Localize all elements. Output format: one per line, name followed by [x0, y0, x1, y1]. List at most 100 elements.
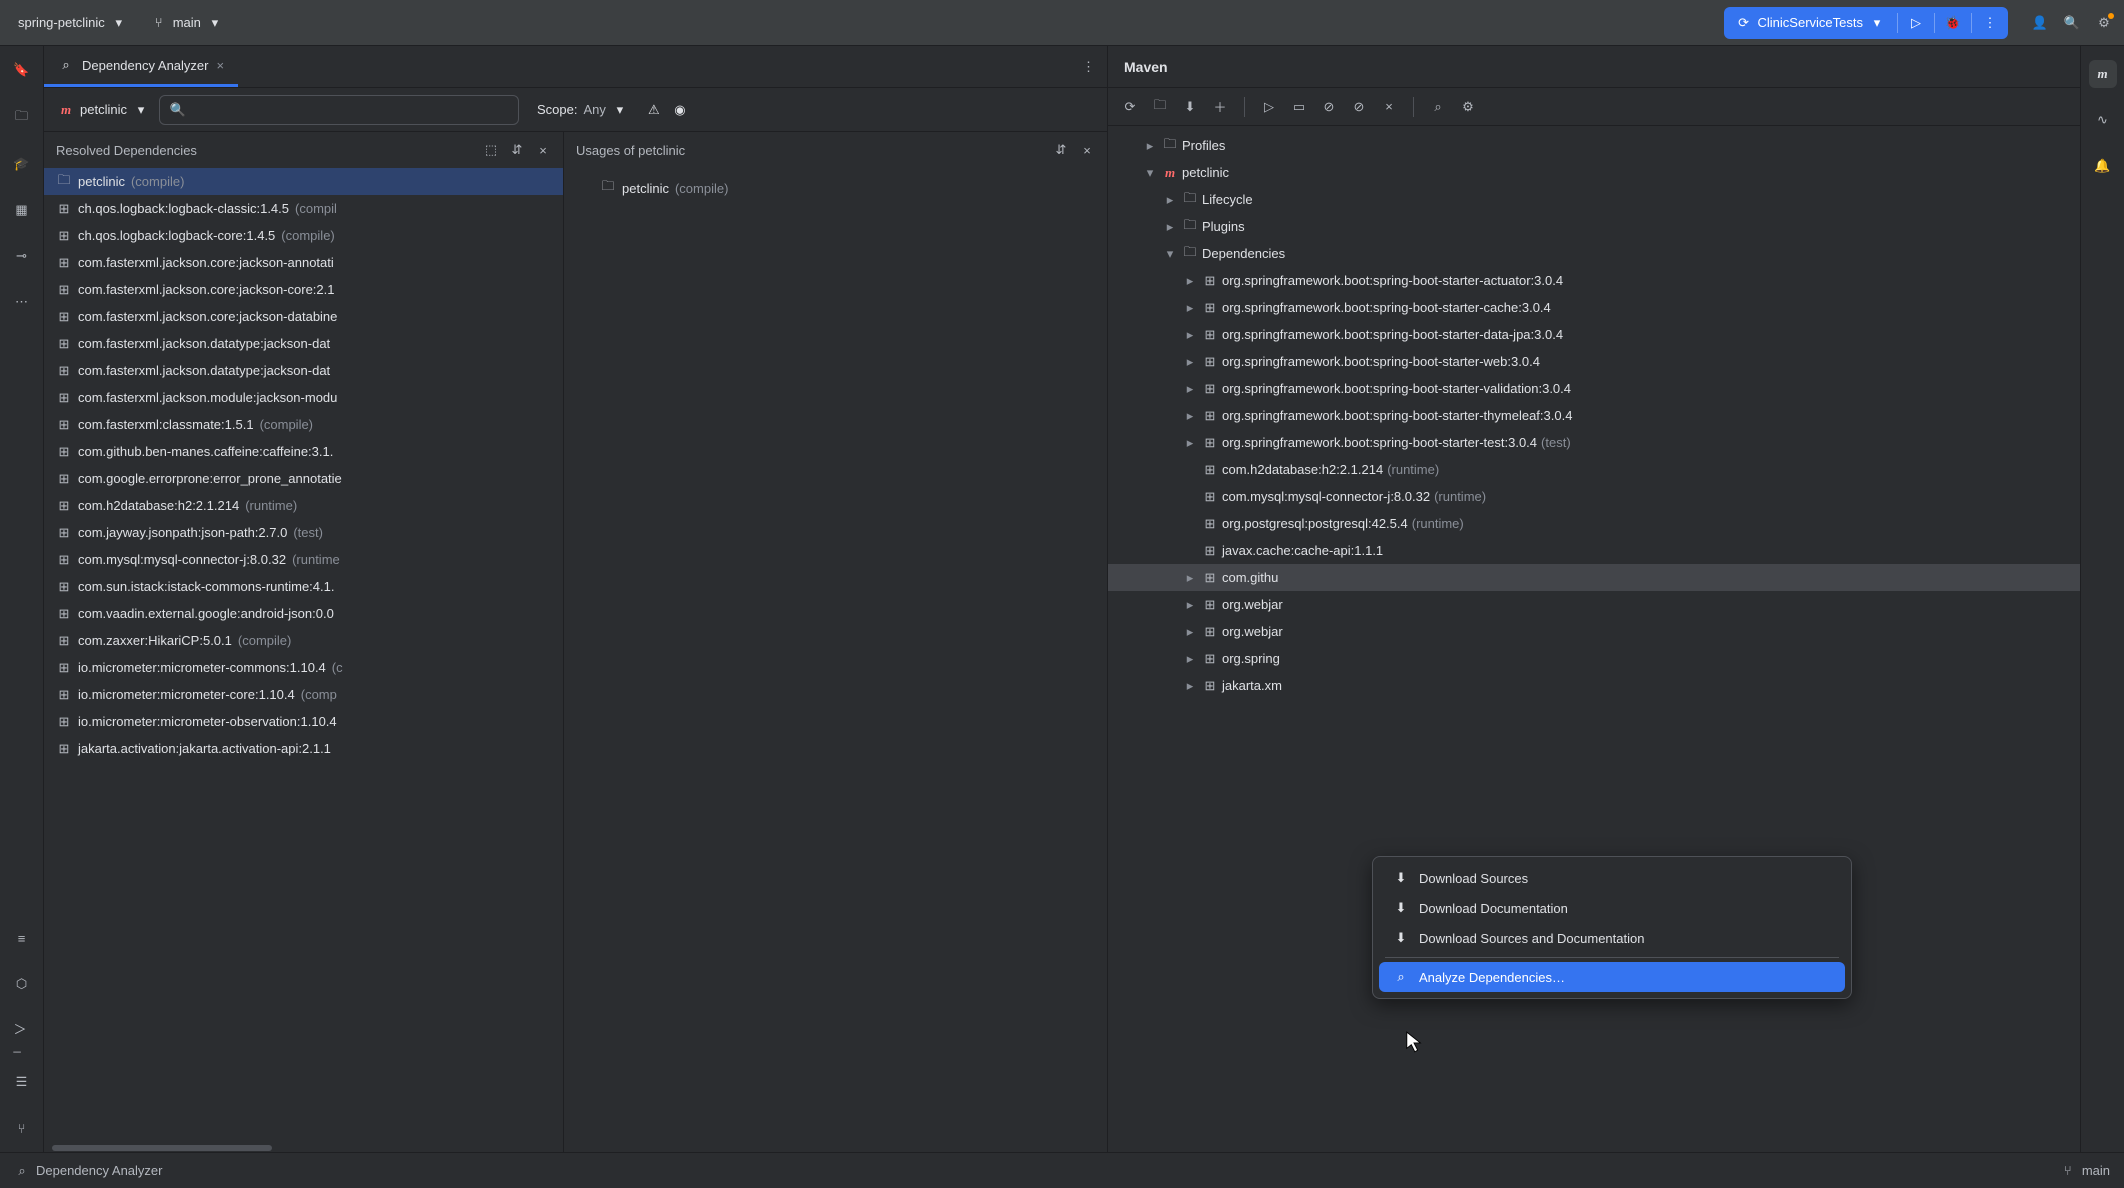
- tree-dependency-item[interactable]: ⊞org.springframework.boot:spring-boot-st…: [1108, 429, 2080, 456]
- dependency-item[interactable]: ⊞com.jayway.jsonpath:json-path:2.7.0 (te…: [44, 519, 563, 546]
- code-with-me-button[interactable]: 👤: [2032, 15, 2048, 31]
- dependency-item[interactable]: ⊞com.h2database:h2:2.1.214 (runtime): [44, 492, 563, 519]
- menu-analyze-dependencies[interactable]: ⌕ Analyze Dependencies…: [1379, 962, 1845, 992]
- chevron-right-icon[interactable]: [1182, 435, 1198, 451]
- dependency-item[interactable]: ⊞io.micrometer:micrometer-core:1.10.4 (c…: [44, 681, 563, 708]
- tree-dependency-item[interactable]: ⊞org.postgresql:postgresql:42.5.4 (runti…: [1108, 510, 2080, 537]
- learn-tool[interactable]: 🎓: [8, 150, 36, 178]
- tree-dependency-item[interactable]: ⊞org.springframework.boot:spring-boot-st…: [1108, 375, 2080, 402]
- tree-dependency-item[interactable]: ⊞org.webjar: [1108, 618, 2080, 645]
- terminal-tool[interactable]: ＞_: [8, 1016, 36, 1050]
- chevron-right-icon[interactable]: [1182, 327, 1198, 343]
- chevron-right-icon[interactable]: [1142, 138, 1158, 154]
- bookmarks-tool[interactable]: 🔖: [8, 56, 36, 84]
- tree-dependency-item[interactable]: ⊞org.springframework.boot:spring-boot-st…: [1108, 294, 2080, 321]
- dependency-item[interactable]: ⊞com.google.errorprone:error_prone_annot…: [44, 465, 563, 492]
- todo-tool[interactable]: ☰: [8, 1068, 36, 1096]
- execute-goal-button[interactable]: ▭: [1291, 99, 1307, 115]
- commit-tool[interactable]: ⊸: [8, 242, 36, 270]
- scope-filter[interactable]: Scope: Any ▾: [537, 102, 628, 118]
- toggle-offline-button[interactable]: ⊘: [1321, 99, 1337, 115]
- run-config-selector[interactable]: ⟳ ClinicServiceTests ▾: [1724, 15, 1897, 31]
- menu-download-docs[interactable]: ⬇ Download Documentation: [1379, 893, 1845, 923]
- dependency-item[interactable]: ⊞io.micrometer:micrometer-observation:1.…: [44, 708, 563, 735]
- tree-dependency-item[interactable]: ⊞com.githu: [1108, 564, 2080, 591]
- more-run-button[interactable]: ⋮: [1972, 7, 2008, 39]
- tree-lifecycle[interactable]: 🗀 Lifecycle: [1108, 186, 2080, 213]
- settings-button[interactable]: ⚙: [2096, 15, 2112, 31]
- tree-project[interactable]: m petclinic: [1108, 159, 2080, 186]
- chevron-right-icon[interactable]: [1182, 381, 1198, 397]
- dependency-item[interactable]: ⊞io.micrometer:micrometer-commons:1.10.4…: [44, 654, 563, 681]
- project-filter[interactable]: m petclinic ▾: [58, 102, 149, 118]
- project-tool[interactable]: 🗀: [8, 102, 36, 132]
- usage-item[interactable]: 🗀 petclinic (compile): [576, 176, 1095, 200]
- show-button[interactable]: ◉: [672, 102, 688, 118]
- skip-tests-button[interactable]: ⊘: [1351, 99, 1367, 115]
- dependency-item[interactable]: ⊞com.fasterxml.jackson.core:jackson-data…: [44, 303, 563, 330]
- dependency-item[interactable]: ⊞com.fasterxml.jackson.core:jackson-anno…: [44, 249, 563, 276]
- show-warnings-button[interactable]: ⚠: [646, 102, 662, 118]
- tree-dependency-item[interactable]: ⊞org.springframework.boot:spring-boot-st…: [1108, 267, 2080, 294]
- chevron-right-icon[interactable]: [1182, 354, 1198, 370]
- debug-button[interactable]: 🐞: [1935, 7, 1971, 39]
- dependency-item[interactable]: ⊞ch.qos.logback:logback-core:1.4.5 (comp…: [44, 222, 563, 249]
- tree-dependency-item[interactable]: ⊞org.spring: [1108, 645, 2080, 672]
- analyze-deps-button[interactable]: ⌕: [1430, 99, 1446, 115]
- dependency-item[interactable]: 🗀petclinic (compile): [44, 168, 563, 195]
- tree-dependency-item[interactable]: ⊞org.springframework.boot:spring-boot-st…: [1108, 402, 2080, 429]
- dependency-item[interactable]: ⊞com.fasterxml.jackson.core:jackson-core…: [44, 276, 563, 303]
- generate-sources-button[interactable]: 🗀: [1152, 99, 1168, 115]
- dependency-item[interactable]: ⊞ch.qos.logback:logback-classic:1.4.5 (c…: [44, 195, 563, 222]
- more-tools[interactable]: ⋯: [8, 288, 36, 316]
- database-tool[interactable]: ≡: [8, 924, 36, 952]
- tab-close-button[interactable]: ×: [216, 58, 224, 73]
- scrollbar-thumb[interactable]: [52, 1145, 272, 1151]
- tree-profiles[interactable]: 🗀 Profiles: [1108, 132, 2080, 159]
- search-everywhere-button[interactable]: 🔍: [2064, 15, 2080, 31]
- dependency-item[interactable]: ⊞com.github.ben-manes.caffeine:caffeine:…: [44, 438, 563, 465]
- dependency-item[interactable]: ⊞com.mysql:mysql-connector-j:8.0.32 (run…: [44, 546, 563, 573]
- chevron-down-icon[interactable]: [1162, 246, 1178, 262]
- tree-dependency-item[interactable]: ⊞org.springframework.boot:spring-boot-st…: [1108, 321, 2080, 348]
- run-maven-button[interactable]: ▷: [1261, 99, 1277, 115]
- tree-dependency-item[interactable]: ⊞com.mysql:mysql-connector-j:8.0.32 (run…: [1108, 483, 2080, 510]
- maven-settings-button[interactable]: ⚙: [1460, 99, 1476, 115]
- add-button[interactable]: ＋: [1212, 99, 1228, 115]
- chevron-right-icon[interactable]: [1182, 300, 1198, 316]
- close-pane-button[interactable]: ×: [535, 142, 551, 158]
- tree-dependency-item[interactable]: ⊞org.webjar: [1108, 591, 2080, 618]
- download-button[interactable]: ⬇: [1182, 99, 1198, 115]
- dependency-item[interactable]: ⊞com.fasterxml.jackson.datatype:jackson-…: [44, 357, 563, 384]
- dependency-item[interactable]: ⊞jakarta.activation:jakarta.activation-a…: [44, 735, 563, 762]
- expand-button[interactable]: ⇵: [1053, 142, 1069, 158]
- dependency-item[interactable]: ⊞com.fasterxml:classmate:1.5.1 (compile): [44, 411, 563, 438]
- project-selector[interactable]: spring-petclinic ▾: [12, 11, 133, 35]
- tree-dependency-item[interactable]: ⊞javax.cache:cache-api:1.1.1: [1108, 537, 2080, 564]
- search-box[interactable]: 🔍: [159, 95, 519, 125]
- view-as-tree-button[interactable]: ⬚: [483, 142, 499, 158]
- structure-tool[interactable]: ▦: [8, 196, 36, 224]
- reload-button[interactable]: ⟳: [1122, 99, 1138, 115]
- expand-button[interactable]: ⇵: [509, 142, 525, 158]
- menu-download-sources[interactable]: ⬇ Download Sources: [1379, 863, 1845, 893]
- chevron-down-icon[interactable]: [1142, 165, 1158, 181]
- branch-selector[interactable]: ⑂ main ▾: [145, 11, 229, 35]
- close-pane-button[interactable]: ×: [1079, 142, 1095, 158]
- statusbar-branch[interactable]: main: [2082, 1163, 2110, 1178]
- dependency-list[interactable]: 🗀petclinic (compile)⊞ch.qos.logback:logb…: [44, 168, 563, 1144]
- services-tool[interactable]: ⬡: [8, 970, 36, 998]
- chevron-right-icon[interactable]: [1182, 651, 1198, 667]
- run-button[interactable]: ▷: [1898, 7, 1934, 39]
- chevron-right-icon[interactable]: [1182, 624, 1198, 640]
- close-button[interactable]: ×: [1381, 99, 1397, 115]
- tab-dependency-analyzer[interactable]: ⌕ Dependency Analyzer ×: [44, 46, 238, 87]
- tree-plugins[interactable]: 🗀 Plugins: [1108, 213, 2080, 240]
- tree-dependencies[interactable]: 🗀 Dependencies: [1108, 240, 2080, 267]
- dependency-item[interactable]: ⊞com.zaxxer:HikariCP:5.0.1 (compile): [44, 627, 563, 654]
- dependency-item[interactable]: ⊞com.vaadin.external.google:android-json…: [44, 600, 563, 627]
- ai-assistant-tool[interactable]: ∿: [2089, 106, 2117, 134]
- tree-dependency-item[interactable]: ⊞jakarta.xm: [1108, 672, 2080, 699]
- chevron-right-icon[interactable]: [1182, 570, 1198, 586]
- tree-dependency-item[interactable]: ⊞com.h2database:h2:2.1.214 (runtime): [1108, 456, 2080, 483]
